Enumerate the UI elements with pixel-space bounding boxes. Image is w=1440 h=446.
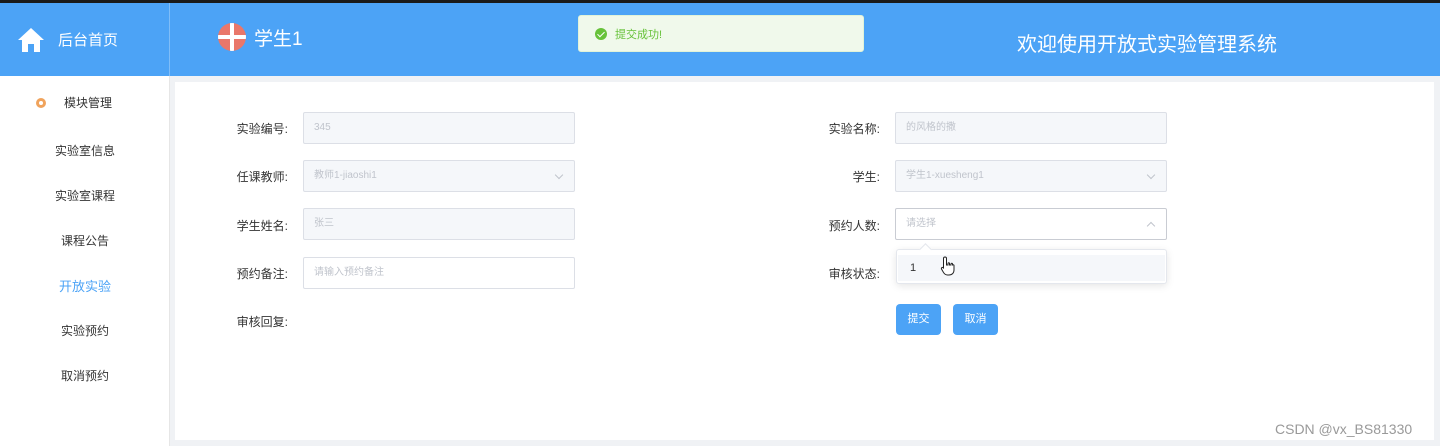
exp-name-field: 的风格的撒 xyxy=(895,112,1167,144)
home-icon xyxy=(18,27,44,52)
gear-icon xyxy=(36,97,46,108)
people-count-dropdown: 1 xyxy=(896,249,1167,284)
dropdown-option[interactable]: 1 xyxy=(898,255,1165,281)
teacher-label: 任课教师: xyxy=(236,170,288,184)
exp-name-label: 实验名称: xyxy=(828,122,880,136)
sidebar-item-open-experiments[interactable]: 开放实验 xyxy=(0,276,170,295)
chevron-down-icon xyxy=(554,170,564,180)
people-count-select[interactable]: 请选择 xyxy=(895,208,1167,240)
student-value: 学生1-xuesheng1 xyxy=(906,170,984,181)
remark-label: 预约备注: xyxy=(236,267,288,281)
sidebar-item-course-notices[interactable]: 课程公告 xyxy=(0,232,170,249)
sidebar-section-label: 模块管理 xyxy=(64,96,113,110)
people-count-label: 预约人数: xyxy=(828,219,880,233)
teacher-value: 教师1-jiaoshi1 xyxy=(314,170,377,181)
review-reply-label: 审核回复: xyxy=(236,315,288,329)
home-link[interactable]: 后台首页 xyxy=(0,3,170,76)
hand-cursor-icon xyxy=(940,256,955,276)
user-info[interactable]: 学生1 xyxy=(218,23,303,51)
student-label: 学生: xyxy=(852,170,880,184)
home-label: 后台首页 xyxy=(58,32,119,49)
exp-no-label: 实验编号: xyxy=(236,122,288,136)
people-count-placeholder: 请选择 xyxy=(906,218,936,229)
check-icon xyxy=(595,27,607,40)
sidebar-item-lab-info[interactable]: 实验室信息 xyxy=(0,142,170,159)
avatar xyxy=(218,23,246,51)
student-select: 学生1-xuesheng1 xyxy=(895,160,1167,192)
watermark: CSDN @vx_BS81330 xyxy=(1275,421,1413,437)
chevron-up-icon xyxy=(1146,221,1156,231)
user-name: 学生1 xyxy=(254,28,303,50)
site-title: 欢迎使用开放式实验管理系统 xyxy=(1017,34,1277,56)
sidebar-section-modules[interactable]: 模块管理 xyxy=(34,94,112,111)
cancel-button[interactable]: 取消 xyxy=(953,304,998,335)
sidebar-item-lab-courses[interactable]: 实验室课程 xyxy=(0,187,170,204)
exp-no-field: 345 xyxy=(303,112,575,144)
chevron-down-icon xyxy=(1146,170,1156,180)
success-toast: 提交成功! xyxy=(578,15,864,52)
review-status-label: 审核状态: xyxy=(828,267,880,281)
sidebar: 模块管理 实验室信息 实验室课程 课程公告 开放实验 实验预约 取消预约 xyxy=(0,76,170,446)
teacher-select: 教师1-jiaoshi1 xyxy=(303,160,575,192)
toast-message: 提交成功! xyxy=(615,28,663,41)
sidebar-item-cancel-reservation[interactable]: 取消预约 xyxy=(0,367,170,384)
remark-input[interactable]: 请输入预约备注 xyxy=(303,257,575,289)
student-name-label: 学生姓名: xyxy=(236,219,288,233)
student-name-field: 张三 xyxy=(303,208,575,240)
submit-button[interactable]: 提交 xyxy=(896,304,941,335)
sidebar-item-reservations[interactable]: 实验预约 xyxy=(0,322,170,339)
